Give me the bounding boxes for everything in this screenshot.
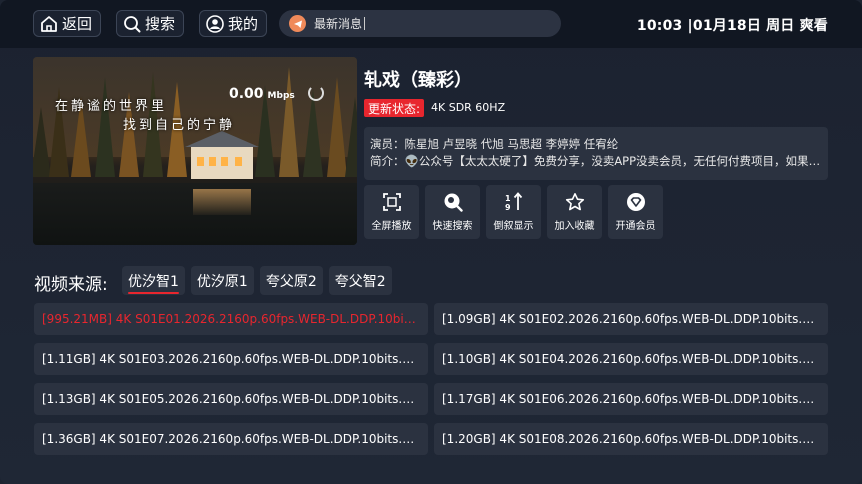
poster-tree [95, 77, 115, 177]
sort-icon: 19 [504, 192, 524, 212]
poster-caption-line2: 找到自己的宁静 [123, 118, 236, 133]
intro-line: 简介：👽公众号【太太太硬了】免费分享，没卖APP没卖会员，无任何付费项目，如果有… [370, 154, 822, 168]
episode-list: [995.21MB] 4K S01E01.2026.2160p.60fps.WE… [34, 303, 828, 455]
fullscreen-icon [382, 192, 402, 212]
star-icon [565, 192, 585, 212]
source-tabs: 优汐智1 优汐原1 夸父原2 夸父智2 [122, 266, 392, 295]
status-badge: 更新状态: [364, 99, 425, 117]
speed-unit: Mbps [267, 91, 295, 101]
fullscreen-play-label: 全屏播放 [371, 221, 412, 232]
user-icon [206, 14, 224, 33]
back-button[interactable]: 返回 [33, 10, 102, 37]
clock-readout: 10:03 |01月18日 周日 爽看 [636, 18, 828, 34]
telegram-icon [289, 15, 306, 32]
source-tab-3[interactable]: 夸父原2 [259, 266, 323, 295]
reverse-order-label: 倒叙显示 [493, 221, 534, 232]
source-tab-4[interactable]: 夸父智2 [328, 266, 392, 295]
episode-item[interactable]: [1.10GB] 4K S01E04.2026.2160p.60fps.WEB-… [434, 343, 828, 375]
poster-image[interactable]: 在静谧的世界里 找到自己的宁静 0.00 Mbps [33, 57, 357, 245]
news-label: 最新消息 [314, 17, 363, 31]
episode-label: [1.36GB] 4K S01E07.2026.2160p.60fps.WEB-… [42, 432, 420, 446]
poster-tree [345, 97, 357, 177]
network-speed: 0.00 Mbps [229, 86, 295, 102]
poster-window [235, 157, 242, 166]
quick-search-label: 快速搜索 [432, 221, 473, 232]
poster-house-roof [185, 131, 259, 147]
open-vip-label: 开通会员 [615, 221, 656, 232]
source-label: 视频来源: [34, 275, 108, 295]
text-caret [364, 17, 366, 30]
poster-window [209, 157, 216, 166]
poster-tree [327, 77, 347, 177]
news-ticker[interactable]: 最新消息 [279, 10, 561, 37]
episode-item[interactable]: [1.13GB] 4K S01E05.2026.2160p.60fps.WEB-… [34, 383, 428, 415]
mine-button[interactable]: 我的 [199, 10, 268, 37]
poster-window [221, 157, 228, 166]
home-icon [40, 15, 58, 33]
open-vip-button[interactable]: 开通会员 [608, 185, 663, 239]
episode-item[interactable]: [1.36GB] 4K S01E07.2026.2160p.60fps.WEB-… [34, 423, 428, 455]
back-label: 返回 [62, 15, 93, 33]
actors-line: 演员：陈星旭 卢昱晓 代旭 马思超 李婷婷 任宥纶 [370, 137, 619, 151]
source-tab-1[interactable]: 优汐智1 [122, 266, 185, 295]
episode-item-current[interactable]: [995.21MB] 4K S01E01.2026.2160p.60fps.WE… [34, 303, 428, 335]
fullscreen-play-button[interactable]: 全屏播放 [364, 185, 419, 239]
poster-window [197, 157, 204, 166]
episode-label: [1.13GB] 4K S01E05.2026.2160p.60fps.WEB-… [42, 392, 420, 406]
episode-item[interactable]: [1.11GB] 4K S01E03.2026.2160p.60fps.WEB-… [34, 343, 428, 375]
episode-label: [995.21MB] 4K S01E01.2026.2160p.60fps.WE… [42, 312, 420, 326]
search-button[interactable]: 搜索 [116, 10, 185, 37]
mine-label: 我的 [228, 15, 259, 33]
speed-value: 0.00 [229, 86, 264, 102]
episode-label: [1.09GB] 4K S01E02.2026.2160p.60fps.WEB-… [442, 312, 820, 326]
action-bar: 全屏播放 快速搜索 19 倒叙显示 加入收藏 开通会员 [364, 185, 663, 239]
search-icon [443, 192, 463, 212]
search-label: 搜索 [145, 15, 176, 33]
poster-tree [279, 67, 299, 177]
poster-caption-line1: 在静谧的世界里 [55, 99, 168, 114]
show-title: 轧戏（臻彩） [364, 70, 472, 91]
poster-tree [303, 89, 323, 177]
svg-text:9: 9 [505, 203, 511, 212]
episode-label: [1.10GB] 4K S01E04.2026.2160p.60fps.WEB-… [442, 352, 820, 366]
add-favorite-label: 加入收藏 [554, 221, 595, 232]
quick-search-button[interactable]: 快速搜索 [425, 185, 480, 239]
add-favorite-button[interactable]: 加入收藏 [547, 185, 602, 239]
poster-reflection [193, 189, 251, 215]
search-icon [123, 15, 141, 33]
top-bar: 返回 搜索 我的 最新消息 10:03 |01月18日 周日 爽看 [0, 0, 862, 48]
episode-item[interactable]: [1.20GB] 4K S01E08.2026.2160p.60fps.WEB-… [434, 423, 828, 455]
source-tab-2[interactable]: 优汐原1 [190, 266, 254, 295]
status-value: 4K SDR 60HZ [431, 101, 506, 114]
episode-label: [1.20GB] 4K S01E08.2026.2160p.60fps.WEB-… [442, 432, 820, 446]
episode-label: [1.17GB] 4K S01E06.2026.2160p.60fps.WEB-… [442, 392, 820, 406]
loading-spinner-icon [308, 85, 324, 101]
episode-item[interactable]: [1.17GB] 4K S01E06.2026.2160p.60fps.WEB-… [434, 383, 828, 415]
app-window: 返回 搜索 我的 最新消息 10:03 |01月18日 周日 爽看 在静谧的世界… [0, 0, 862, 484]
reverse-order-button[interactable]: 19 倒叙显示 [486, 185, 541, 239]
episode-item[interactable]: [1.09GB] 4K S01E02.2026.2160p.60fps.WEB-… [434, 303, 828, 335]
vip-icon [626, 192, 646, 212]
episode-label: [1.11GB] 4K S01E03.2026.2160p.60fps.WEB-… [42, 352, 420, 366]
svg-text:1: 1 [505, 194, 511, 203]
poster-house [185, 131, 259, 179]
description-panel: 演员：陈星旭 卢昱晓 代旭 马思超 李婷婷 任宥纶 简介：👽公众号【太太太硬了】… [364, 127, 828, 180]
